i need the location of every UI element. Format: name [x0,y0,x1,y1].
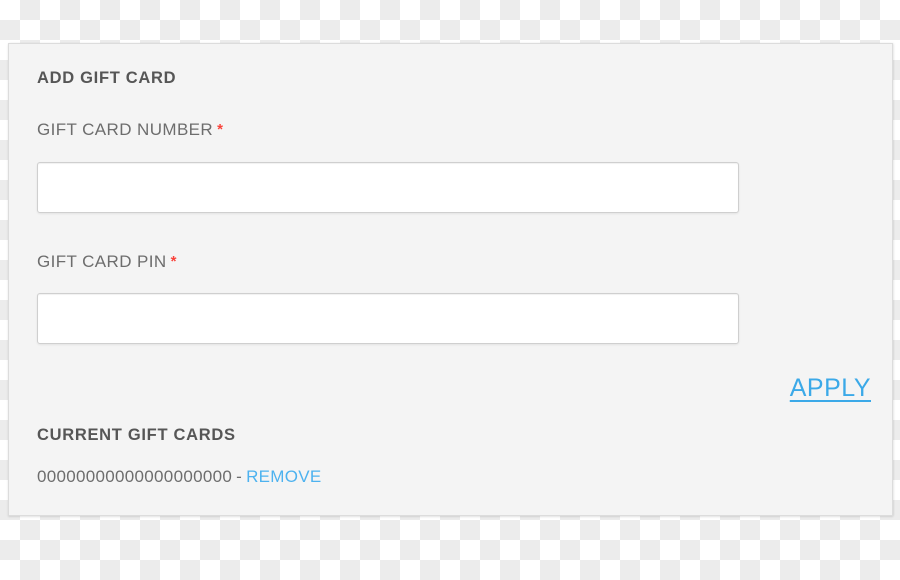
remove-gift-card-button[interactable]: REMOVE [246,467,321,486]
add-gift-card-heading: ADD GIFT CARD [37,69,177,87]
current-gift-cards-heading: CURRENT GIFT CARDS [37,426,236,444]
gift-card-number-label-text: GIFT CARD NUMBER [37,120,214,139]
gift-card-separator: - [236,467,243,486]
gift-card-panel: ADD GIFT CARD GIFT CARD NUMBER * GIFT CAR… [8,43,893,516]
gift-card-pin-input[interactable] [37,293,739,344]
gift-card-panel-content: ADD GIFT CARD GIFT CARD NUMBER * GIFT CAR… [29,44,872,515]
gift-card-number-required-asterisk: * [217,121,224,138]
gift-card-pin-required-asterisk: * [170,253,177,270]
gift-card-number-input[interactable] [37,162,739,213]
gift-card-number-label: GIFT CARD NUMBER * [37,120,223,140]
apply-row: APPLY [29,374,872,403]
current-gift-cards-list: 00000000000000000000- REMOVE [37,466,864,488]
screenshot-canvas: ADD GIFT CARD GIFT CARD NUMBER * GIFT CAR… [0,0,900,580]
apply-button[interactable]: APPLY [790,374,871,403]
gift-card-pin-label: GIFT CARD PIN * [37,252,177,272]
gift-card-number-value: 00000000000000000000 [37,467,233,486]
gift-card-pin-label-text: GIFT CARD PIN [37,252,167,271]
gift-card-list-item: 00000000000000000000- REMOVE [37,466,864,488]
